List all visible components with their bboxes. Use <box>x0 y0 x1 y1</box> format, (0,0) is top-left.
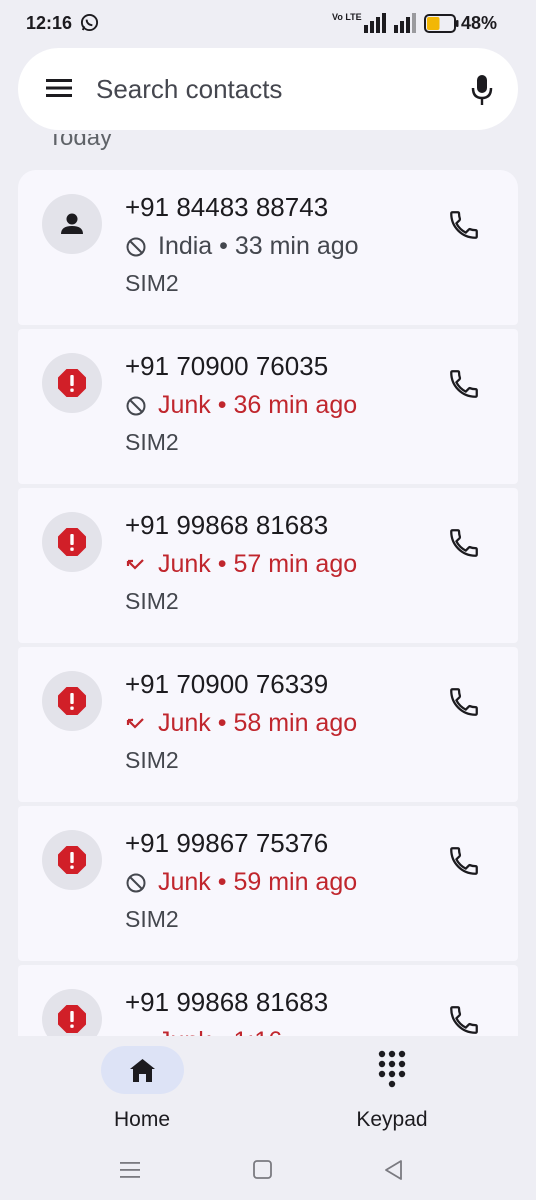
recents-menu-icon[interactable] <box>118 1158 142 1182</box>
whatsapp-icon <box>80 13 99 32</box>
call-log-item[interactable]: +91 70900 76339 Junk • 58 min ago SIM2 <box>18 647 518 802</box>
call-log-item[interactable]: +91 99867 75376 Junk • 59 min ago SIM2 <box>18 806 518 961</box>
sim-label: SIM2 <box>125 270 179 296</box>
phone-icon <box>450 1006 478 1034</box>
contact-avatar[interactable] <box>42 671 102 731</box>
status-bar: 12:16 Vo LTE 48% <box>0 0 536 48</box>
call-back-button[interactable] <box>442 521 486 565</box>
contact-avatar[interactable] <box>42 353 102 413</box>
dialpad-icon <box>378 1050 406 1088</box>
call-number: +91 99868 81683 <box>125 987 329 1017</box>
missed-call-icon <box>126 718 144 729</box>
call-log-item[interactable]: +91 84483 88743 India • 33 min ago SIM2 <box>18 170 518 325</box>
nav-home-label: Home <box>113 1108 171 1131</box>
signal-icon <box>364 13 386 33</box>
back-triangle-icon[interactable] <box>382 1158 406 1182</box>
nav-home[interactable]: Home <box>70 1046 214 1140</box>
sim-label: SIM2 <box>125 429 179 455</box>
signal-icon-sim2 <box>394 13 416 33</box>
sim-label: SIM2 <box>125 747 179 773</box>
battery-icon <box>424 14 459 33</box>
call-log-list[interactable]: +91 84483 88743 India • 33 min ago SIM2 +91… <box>18 170 518 1036</box>
home-icon <box>130 1059 155 1082</box>
phone-icon <box>450 211 478 239</box>
call-back-button[interactable] <box>442 839 486 883</box>
spam-warning-icon <box>58 846 86 874</box>
call-number: +91 84483 88743 <box>125 192 329 222</box>
spam-warning-icon <box>58 1005 86 1033</box>
call-log-item[interactable]: +91 99868 81683Junk • 1:16SIM2 <box>18 965 518 1036</box>
search-bar[interactable] <box>18 48 518 130</box>
nav-keypad-label: Keypad <box>356 1108 428 1131</box>
call-number: +91 99867 75376 <box>125 828 329 858</box>
home-square-icon[interactable] <box>251 1158 275 1182</box>
menu-icon[interactable] <box>46 78 72 98</box>
blocked-icon <box>126 237 146 257</box>
phone-icon <box>450 529 478 557</box>
missed-call-icon <box>126 559 144 570</box>
phone-icon <box>450 847 478 875</box>
call-meta-text: Junk • 57 min ago <box>158 550 358 578</box>
spam-warning-icon <box>58 528 86 556</box>
contact-avatar[interactable] <box>42 830 102 890</box>
bottom-navigation: Home Keypad <box>0 1036 536 1144</box>
status-time: 12:16 <box>26 13 73 33</box>
call-back-button[interactable] <box>442 203 486 247</box>
call-meta-text: Junk • 59 min ago <box>158 868 358 896</box>
call-number: +91 70900 76035 <box>125 351 329 381</box>
call-number: +91 99868 81683 <box>125 510 329 540</box>
contact-avatar[interactable] <box>42 512 102 572</box>
search-input[interactable] <box>96 70 426 108</box>
call-back-button[interactable] <box>442 680 486 724</box>
sim-label: SIM2 <box>125 906 179 932</box>
blocked-icon <box>126 396 146 416</box>
call-meta-text: Junk • 36 min ago <box>158 391 358 419</box>
sim-label: SIM2 <box>125 588 179 614</box>
volte-indicator: Vo LTE <box>332 12 362 22</box>
call-log-item[interactable]: +91 70900 76035 Junk • 36 min ago SIM2 <box>18 329 518 484</box>
call-log-item[interactable]: +91 99868 81683 Junk • 57 min ago SIM2 <box>18 488 518 643</box>
call-meta-text: India • 33 min ago <box>158 232 359 260</box>
system-navigation-bar <box>0 1144 536 1200</box>
phone-icon <box>450 370 478 398</box>
call-number: +91 70900 76339 <box>125 669 329 699</box>
spam-warning-icon <box>58 369 86 397</box>
nav-home-indicator <box>101 1046 184 1094</box>
battery-percent: 48% <box>461 13 498 33</box>
person-icon <box>61 213 83 234</box>
nav-keypad[interactable]: Keypad <box>320 1046 464 1140</box>
contact-avatar[interactable] <box>42 989 102 1036</box>
mic-icon[interactable] <box>470 74 494 106</box>
call-meta-text: Junk • 1:16 <box>158 1027 282 1036</box>
phone-icon <box>450 688 478 716</box>
blocked-icon <box>126 873 146 893</box>
contact-avatar[interactable] <box>42 194 102 254</box>
call-meta-text: Junk • 58 min ago <box>158 709 358 737</box>
spam-warning-icon <box>58 687 86 715</box>
call-back-button[interactable] <box>442 998 486 1036</box>
call-back-button[interactable] <box>442 362 486 406</box>
